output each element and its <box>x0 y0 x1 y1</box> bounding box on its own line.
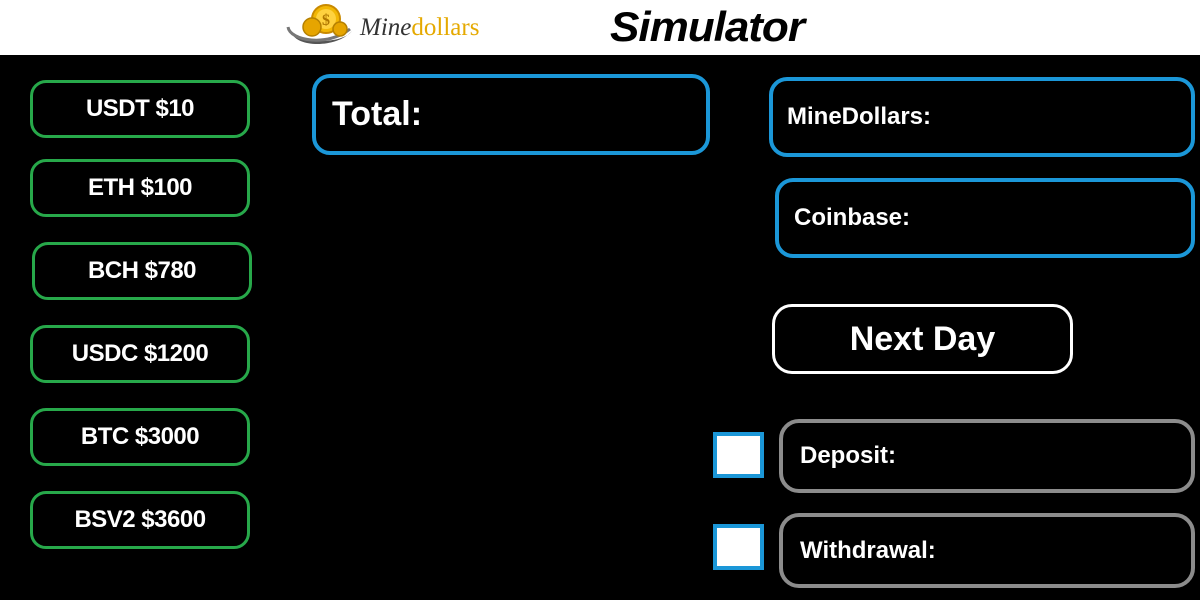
total-panel: Total: <box>312 74 710 155</box>
logo-text: Minedollars <box>360 14 479 42</box>
coin-button-bch[interactable]: BCH $780 <box>32 242 252 300</box>
minedollars-label: MineDollars: <box>787 103 932 130</box>
withdrawal-label: Withdrawal: <box>800 536 936 564</box>
header-bar: $ Minedollars Simulator <box>0 0 1200 55</box>
coinbase-panel: Coinbase: <box>775 178 1195 258</box>
logo-text-mine: Mine <box>360 14 412 41</box>
svg-text:$: $ <box>322 12 330 29</box>
coin-button-eth[interactable]: ETH $100 <box>30 159 250 217</box>
dollar-coin-icon: $ <box>286 4 352 44</box>
total-label: Total: <box>332 95 423 133</box>
simulator-title: Simulator <box>610 3 805 50</box>
deposit-label: Deposit: <box>800 442 896 469</box>
minedollars-panel: MineDollars: <box>769 77 1195 157</box>
coinbase-label: Coinbase: <box>794 204 911 231</box>
coin-button-bsv2[interactable]: BSV2 $3600 <box>30 491 250 549</box>
next-day-button[interactable]: Next Day <box>772 304 1073 374</box>
withdrawal-checkbox[interactable] <box>713 524 764 570</box>
withdrawal-field[interactable]: Withdrawal: <box>779 513 1195 588</box>
coin-button-usdc[interactable]: USDC $1200 <box>30 325 250 383</box>
minedollars-logo: $ Minedollars <box>286 3 506 49</box>
logo-text-dollars: dollars <box>411 14 480 41</box>
deposit-field[interactable]: Deposit: <box>779 419 1195 493</box>
coin-button-btc[interactable]: BTC $3000 <box>30 408 250 466</box>
deposit-checkbox[interactable] <box>713 432 764 478</box>
coin-button-usdt[interactable]: USDT $10 <box>30 80 250 138</box>
